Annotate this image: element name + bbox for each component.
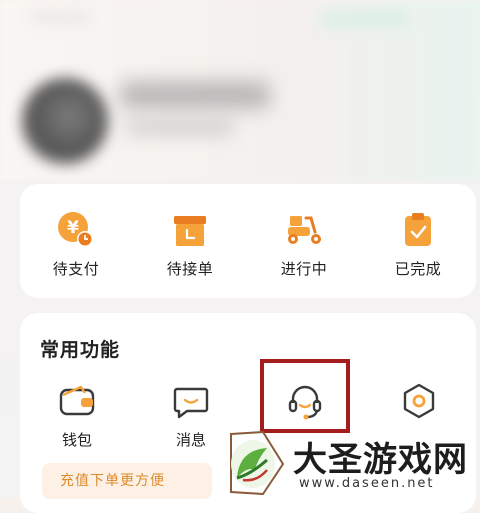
function-label: 钱包 (61, 431, 92, 449)
watermark-url: www.daseen.net (299, 476, 435, 491)
recharge-promo-banner[interactable]: 充值下单更方便 (42, 463, 212, 499)
watermark-title: 大圣游戏网 (293, 440, 468, 480)
order-in-progress[interactable]: 进行中 (254, 210, 354, 279)
message-icon (171, 381, 211, 421)
user-subtitle-blurred (125, 118, 235, 136)
order-label: 已完成 (394, 260, 442, 278)
order-label: 待支付 (52, 260, 100, 278)
order-status-card: ¥ 待支付 待接单 进行中 已完成 (20, 184, 476, 298)
user-name-blurred (120, 82, 270, 108)
function-wallet[interactable]: 钱包 (32, 381, 122, 450)
box-icon (170, 210, 210, 248)
highlight-box (260, 359, 350, 433)
settings-icon (399, 381, 439, 421)
watermark: 大圣游戏网 www.daseen.net (215, 428, 480, 498)
section-title: 常用功能 (40, 339, 121, 361)
svg-text:¥: ¥ (67, 218, 79, 238)
watermark-logo (230, 430, 285, 496)
scooter-icon (284, 210, 324, 248)
yuan-clock-icon: ¥ (56, 210, 96, 248)
wallet-icon (57, 381, 97, 421)
order-pending-payment[interactable]: ¥ 待支付 (26, 210, 126, 279)
avatar[interactable] (22, 78, 108, 164)
order-awaiting-accept[interactable]: 待接单 (140, 210, 240, 279)
function-settings[interactable] (374, 381, 464, 421)
order-label: 进行中 (280, 260, 328, 278)
status-bar-right (320, 10, 410, 28)
order-completed[interactable]: 已完成 (368, 210, 468, 279)
order-label: 待接单 (166, 260, 214, 278)
clipboard-check-icon (398, 210, 438, 248)
status-bar-left (30, 10, 90, 24)
